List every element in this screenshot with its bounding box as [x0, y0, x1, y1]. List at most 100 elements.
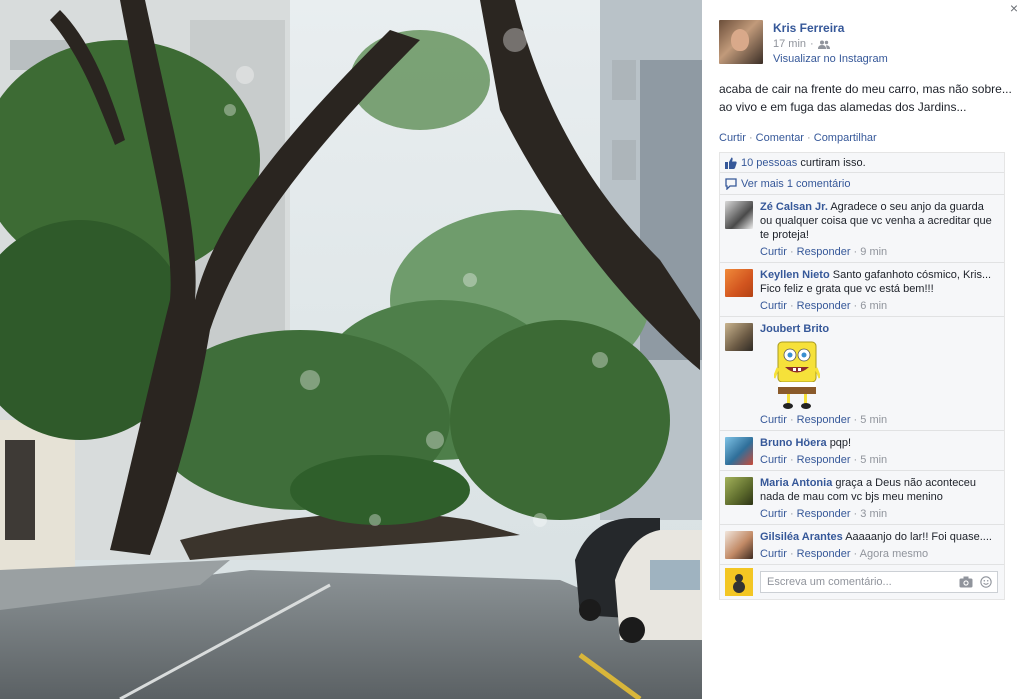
comment-item: Maria Antonia graça a Deus não aconteceu…	[720, 471, 1004, 525]
comment-like-link[interactable]: Curtir	[760, 414, 787, 426]
commenter-name[interactable]: Bruno Höera	[760, 437, 827, 449]
comment-body: Maria Antonia graça a Deus não aconteceu…	[760, 476, 998, 521]
comment-like-link[interactable]: Curtir	[760, 300, 787, 312]
comment-actions: Curtir · Responder · 5 min	[760, 413, 998, 427]
comment-item: Keyllen Nieto Santo gafanhoto cósmico, K…	[720, 263, 1004, 317]
comment-reply-link[interactable]: Responder	[797, 300, 851, 312]
comment-action-separator: ·	[850, 246, 861, 258]
comment-bubble-icon	[725, 177, 737, 190]
comment-like-link[interactable]: Curtir	[760, 454, 787, 466]
post-photo	[0, 0, 702, 699]
post-meta-separator: ·	[810, 38, 814, 50]
action-separator: ·	[803, 132, 814, 144]
commenter-avatar[interactable]	[725, 201, 753, 229]
likers-link[interactable]: 10 pessoas	[741, 157, 797, 169]
comment-actions: Curtir · Responder · 5 min	[760, 453, 998, 467]
comment-reply-link[interactable]: Responder	[797, 414, 851, 426]
comment-body: Zé Calsan Jr. Agradece o seu anjo da gua…	[760, 200, 998, 259]
comment-time[interactable]: Agora mesmo	[860, 548, 928, 560]
post-actions: Curtir · Comentar · Compartilhar	[719, 132, 877, 144]
comment-action-separator: ·	[786, 454, 797, 466]
comment-text: pqp!	[829, 437, 852, 449]
comment-action-separator: ·	[850, 508, 861, 520]
comment-body: Joubert Brito Curtir · Responder · 5 min	[760, 322, 998, 427]
comment-actions: Curtir · Responder · Agora mesmo	[760, 547, 998, 561]
view-more-comments-link[interactable]: Ver mais 1 comentário	[741, 178, 850, 190]
comment-action-separator: ·	[850, 454, 861, 466]
post-time[interactable]: 17 min	[773, 38, 806, 50]
post-text-line: acaba de cair na frente do meu carro, ma…	[719, 82, 1012, 96]
commenter-avatar[interactable]	[725, 437, 753, 465]
post-meta: 17 min ·	[773, 38, 888, 50]
author-meta: Kris Ferreira 17 min · Visualizar no Ins…	[773, 21, 888, 65]
comment-input[interactable]	[767, 576, 953, 588]
comment-reply-link[interactable]: Responder	[797, 548, 851, 560]
comment-action-separator: ·	[786, 548, 797, 560]
comment-like-link[interactable]: Curtir	[760, 246, 787, 258]
comment-item: Gilsiléa Arantes Aaaaanjo do lar!! Foi q…	[720, 525, 1004, 565]
comment-item: Zé Calsan Jr. Agradece o seu anjo da gua…	[720, 195, 1004, 263]
camera-icon[interactable]	[959, 576, 973, 588]
comment-time[interactable]: 3 min	[860, 508, 887, 520]
like-post-link[interactable]: Curtir	[719, 132, 746, 144]
action-separator: ·	[745, 132, 756, 144]
post-author: Kris Ferreira 17 min · Visualizar no Ins…	[719, 20, 888, 65]
comment-item: Bruno Höera pqp! Curtir · Responder · 5 …	[720, 431, 1004, 471]
friends-icon[interactable]	[817, 40, 830, 49]
comment-action-separator: ·	[786, 508, 797, 520]
likes-summary: 10 pessoas curtiram isso.	[720, 153, 1004, 173]
comment-action-separator: ·	[786, 414, 797, 426]
likes-suffix: curtiram isso.	[797, 156, 866, 169]
likes-text: 10 pessoas curtiram isso.	[741, 157, 866, 169]
comment-actions: Curtir · Responder · 9 min	[760, 245, 998, 259]
commenter-name[interactable]: Gilsiléa Arantes	[760, 531, 843, 543]
comment-item: Joubert Brito Curtir · Responder · 5 min	[720, 317, 1004, 431]
comment-time[interactable]: 9 min	[860, 246, 887, 258]
emoji-icon[interactable]	[979, 576, 993, 588]
comment-reply-link[interactable]: Responder	[797, 508, 851, 520]
comment-action-separator: ·	[786, 246, 797, 258]
author-name[interactable]: Kris Ferreira	[773, 21, 888, 35]
author-avatar[interactable]	[719, 20, 763, 64]
comment-input-box[interactable]	[760, 571, 998, 593]
commenter-name[interactable]: Keyllen Nieto	[760, 269, 830, 281]
share-post-link[interactable]: Compartilhar	[814, 132, 877, 144]
comment-reply-link[interactable]: Responder	[797, 246, 851, 258]
commenter-avatar[interactable]	[725, 269, 753, 297]
commenter-name[interactable]: Joubert Brito	[760, 323, 829, 335]
view-on-instagram-link[interactable]: Visualizar no Instagram	[773, 53, 888, 65]
thumbs-up-icon	[725, 157, 737, 169]
spongebob-sticker-icon	[774, 341, 820, 409]
commenter-name[interactable]: Zé Calsan Jr.	[760, 201, 828, 213]
comment-action-separator: ·	[786, 300, 797, 312]
comment-reply-link[interactable]: Responder	[797, 454, 851, 466]
comment-action-separator: ·	[850, 414, 861, 426]
comment-body: Gilsiléa Arantes Aaaaanjo do lar!! Foi q…	[760, 530, 998, 561]
commenter-avatar[interactable]	[725, 531, 753, 559]
commenter-avatar[interactable]	[725, 323, 753, 351]
comment-actions: Curtir · Responder · 3 min	[760, 507, 998, 521]
post-text: acaba de cair na frente do meu carro, ma…	[719, 80, 1017, 116]
commenter-name[interactable]: Maria Antonia	[760, 477, 832, 489]
comment-time[interactable]: 6 min	[860, 300, 887, 312]
comment-time[interactable]: 5 min	[860, 414, 887, 426]
view-more-comments[interactable]: Ver mais 1 comentário	[720, 173, 1004, 195]
comment-time[interactable]: 5 min	[860, 454, 887, 466]
comment-like-link[interactable]: Curtir	[760, 508, 787, 520]
comment-composer	[720, 565, 1004, 599]
post-side-panel: × Kris Ferreira 17 min · Visualizar no I…	[702, 0, 1024, 699]
commenter-avatar[interactable]	[725, 477, 753, 505]
comment-action-separator: ·	[850, 548, 860, 560]
comment-actions: Curtir · Responder · 6 min	[760, 299, 998, 313]
current-user-avatar	[725, 568, 753, 596]
comment-action-separator: ·	[850, 300, 861, 312]
comment-like-link[interactable]: Curtir	[760, 548, 787, 560]
post-text-line: ao vivo e em fuga das alamedas dos Jardi…	[719, 100, 967, 114]
comment-body: Bruno Höera pqp! Curtir · Responder · 5 …	[760, 436, 998, 467]
comment-text: Aaaaanjo do lar!! Foi quase....	[845, 531, 992, 543]
close-icon[interactable]: ×	[1010, 1, 1018, 15]
feedback-box: 10 pessoas curtiram isso. Ver mais 1 com…	[719, 152, 1005, 600]
comment-post-link[interactable]: Comentar	[756, 132, 804, 144]
comment-body: Keyllen Nieto Santo gafanhoto cósmico, K…	[760, 268, 998, 313]
fallen-tree-street-image	[0, 0, 702, 699]
